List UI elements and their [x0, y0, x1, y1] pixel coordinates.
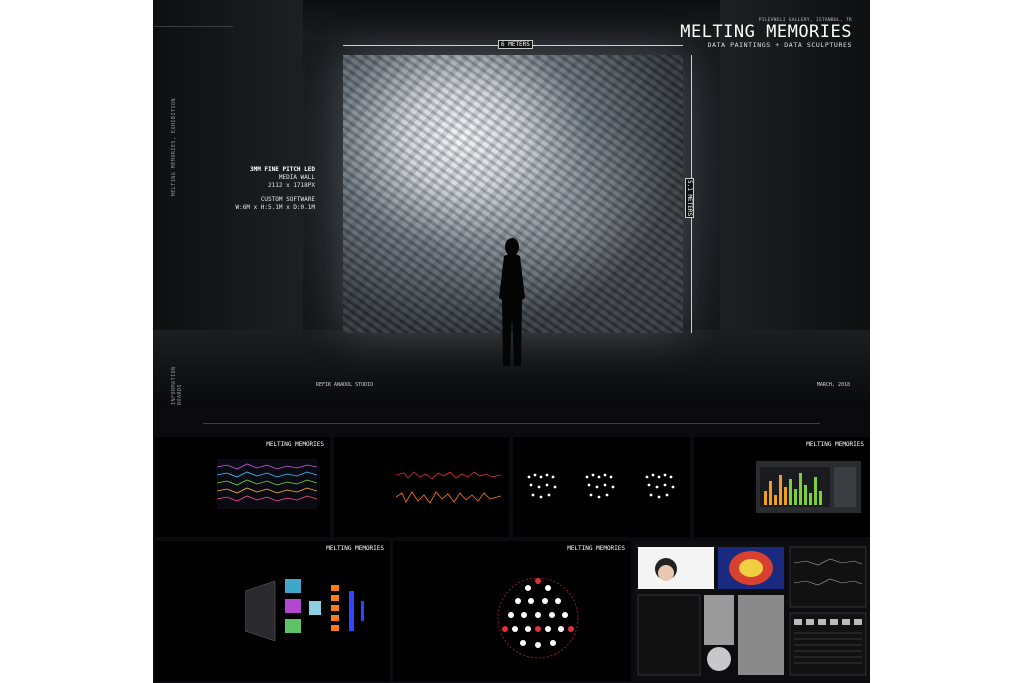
panel-software-ui: MELTING MEMORIES: [694, 437, 870, 537]
exhibition-board: 6 METERS 5.1 METERS MELTING MEMORIES, EX…: [153, 0, 870, 683]
panel-title: MELTING MEMORIES: [266, 441, 324, 448]
side-label-exhibition: MELTING MEMORIES, EXHIBITION: [171, 98, 177, 197]
corner-rule: [153, 26, 233, 27]
collage-graphics: [637, 546, 867, 676]
panel-waveforms: [334, 437, 509, 537]
spec-line: W:6M x H:5.1M x D:0.1M: [235, 204, 315, 211]
hero-render: 6 METERS 5.1 METERS MELTING MEMORIES, EX…: [153, 0, 870, 405]
page-title: MELTING MEMORIES: [680, 22, 852, 42]
studio-label: REFIK ANADOL STUDIO: [316, 382, 374, 388]
page-subtitle: DATA PAINTINGS + DATA SCULPTURES: [707, 41, 852, 49]
spec-block: 3MM FINE PITCH LED MEDIA WALL 2112 x 171…: [213, 166, 315, 212]
waveform-graph: [396, 471, 501, 504]
width-label: 6 METERS: [498, 40, 533, 49]
spec-title: 3MM FINE PITCH LED: [249, 166, 315, 173]
panel-title: MELTING MEMORIES: [326, 545, 384, 552]
electrode-head-map: [497, 577, 579, 659]
electrode-dot-grids: [527, 473, 675, 499]
person-silhouette-icon: [499, 238, 525, 366]
network-diagram: [245, 579, 364, 642]
date-label: MARCH, 2018: [816, 382, 850, 388]
panel-title: MELTING MEMORIES: [567, 545, 625, 552]
height-label: 5.1 METERS: [685, 178, 694, 219]
panel-title: MELTING MEMORIES: [806, 441, 864, 448]
spec-line: 2112 x 1718PX: [268, 182, 315, 189]
software-screenshot: [756, 461, 861, 513]
panel-neural-network: MELTING MEMORIES: [155, 541, 390, 681]
side-label-boards: INFORMATION BOARDS: [171, 366, 183, 405]
title-block: PILEVNELI GALLERY, ISTANBUL, TR MELTING …: [680, 18, 852, 49]
divider: [203, 423, 820, 424]
panel-eeg-signals: MELTING MEMORIES: [155, 437, 330, 537]
ceiling: [303, 0, 720, 40]
spec-line: CUSTOM SOFTWARE: [260, 196, 315, 203]
panel-electrode-cap: MELTING MEMORIES: [393, 541, 631, 681]
eeg-graph: [217, 459, 317, 509]
spec-line: MEDIA WALL: [278, 174, 315, 181]
panel-data-collage: [634, 541, 870, 681]
panel-electrode-maps: [513, 437, 690, 537]
